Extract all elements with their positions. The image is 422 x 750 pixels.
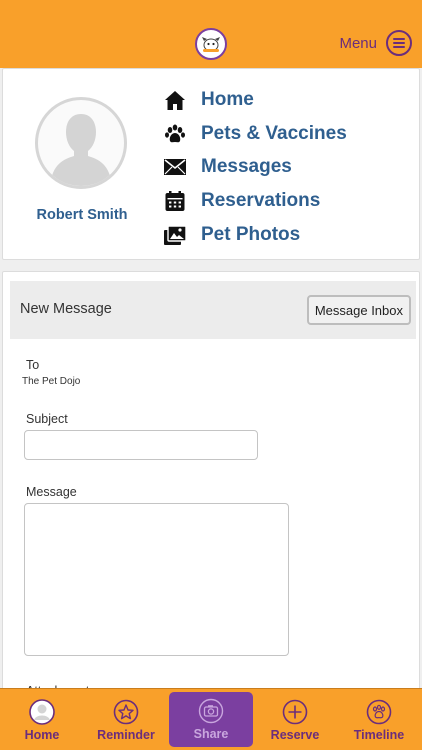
app-logo[interactable]	[195, 28, 227, 60]
nav-item-home[interactable]: Home	[163, 83, 347, 117]
message-textarea[interactable]	[24, 503, 289, 656]
star-icon	[113, 699, 139, 725]
nav-label: Messages	[201, 156, 292, 178]
nav-item-reservations[interactable]: Reservations	[163, 184, 347, 218]
person-silhouette-icon	[50, 114, 112, 186]
tab-timeline[interactable]: Timeline	[337, 689, 421, 750]
nav-label: Home	[201, 88, 254, 110]
to-label: To	[26, 358, 40, 372]
nav-label: Reservations	[201, 189, 321, 211]
plus-icon	[282, 699, 308, 725]
message-inbox-button[interactable]: Message Inbox	[306, 295, 411, 325]
menu-label: Menu	[339, 34, 377, 52]
logo-dog-icon	[202, 37, 220, 52]
new-message-card: New Message Message Inbox To The Pet Doj…	[2, 271, 420, 701]
envelope-icon	[163, 155, 187, 179]
subject-input[interactable]	[24, 430, 258, 460]
calendar-icon	[163, 189, 187, 213]
tab-label: Reserve	[270, 728, 320, 742]
nav-label: Pet Photos	[201, 223, 301, 245]
bottom-tab-bar: Home Reminder Share Reserve Timeline	[0, 688, 422, 750]
tab-home[interactable]: Home	[0, 689, 84, 750]
paw-icon	[366, 699, 392, 725]
tab-reminder[interactable]: Reminder	[84, 689, 168, 750]
tab-label: Timeline	[353, 728, 405, 742]
tab-share[interactable]: Share	[169, 692, 253, 747]
tab-label: Share	[193, 727, 229, 741]
subject-label: Subject	[26, 412, 68, 426]
tab-label: Reminder	[97, 728, 155, 742]
nav-label: Pets & Vaccines	[201, 122, 347, 144]
photos-icon	[163, 223, 187, 247]
profile-card: Robert Smith Home Pets & Vaccines Messag…	[2, 68, 420, 260]
message-header: New Message Message Inbox	[10, 281, 416, 339]
home-icon	[163, 88, 187, 112]
nav-item-pet-photos[interactable]: Pet Photos	[163, 218, 347, 252]
message-title: New Message	[20, 301, 112, 317]
menu-button[interactable]: Menu	[339, 30, 412, 56]
profile-name: Robert Smith	[36, 207, 128, 223]
tab-reserve[interactable]: Reserve	[253, 689, 337, 750]
nav-item-messages[interactable]: Messages	[163, 150, 347, 184]
to-value: The Pet Dojo	[22, 376, 81, 387]
message-label: Message	[26, 485, 77, 499]
profile-avatar	[35, 97, 127, 189]
nav-item-pets-vaccines[interactable]: Pets & Vaccines	[163, 117, 347, 151]
profile-nav: Home Pets & Vaccines Messages Reservatio…	[163, 83, 347, 251]
paw-icon	[163, 122, 187, 146]
top-bar: Menu	[0, 0, 422, 68]
tab-label: Home	[24, 728, 60, 742]
avatar-icon	[29, 699, 55, 725]
hamburger-icon	[386, 30, 412, 56]
camera-icon	[198, 698, 224, 724]
